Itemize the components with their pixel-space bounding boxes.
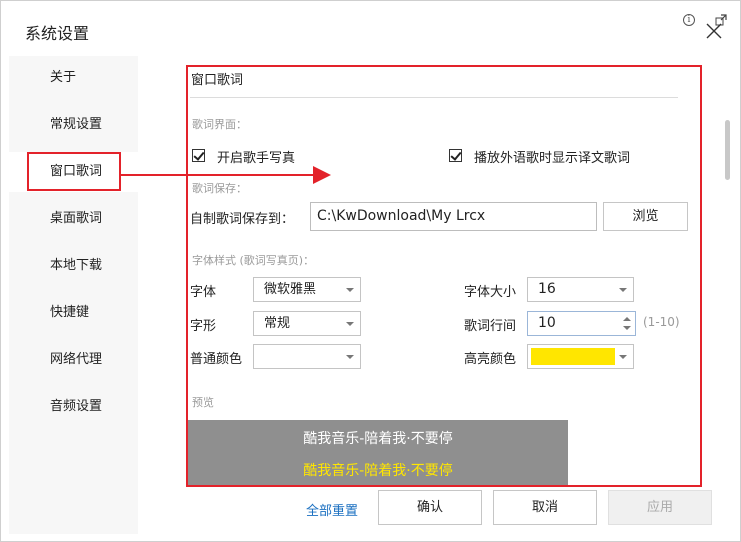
highlight-color-label: 高亮颜色 [464,352,517,367]
line-spacing-range: (1-10) [643,315,680,329]
font-size-label: 字体大小 [464,285,517,300]
translation-checkbox[interactable] [449,149,462,162]
stepper-down-icon[interactable] [623,326,631,330]
save-path-label: 自制歌词保存到： [190,212,295,227]
chevron-down-icon [346,321,354,326]
info-icon[interactable]: i [683,14,695,26]
sidebar-item-about[interactable]: 关于 [9,58,138,98]
save-path-input[interactable]: C:\KwDownload\My Lrcx [310,202,597,231]
sidebar-item-general[interactable]: 常规设置 [9,105,138,145]
scroll-thumb[interactable] [725,120,730,180]
font-shape-label: 字形 [190,319,217,334]
lyrics-preview: 酷我音乐-陪着我·不要停 酷我音乐-陪着我·不要停 [188,420,568,486]
annotation-arrow [121,166,331,184]
font-label: 字体 [190,285,217,300]
section-title: 窗口歌词 [191,73,244,88]
close-icon[interactable] [704,21,724,41]
font-style-label: 字体样式 (歌词写真页)： [192,254,315,267]
sidebar-item-local-download[interactable]: 本地下载 [9,246,138,286]
stepper-up-icon[interactable] [623,317,631,321]
preview-normal-line: 酷我音乐-陪着我·不要停 [303,431,453,447]
highlight-color-select[interactable] [527,344,634,369]
lyrics-interface-label: 歌词界面： [192,118,247,131]
sidebar-item-audio[interactable]: 音频设置 [9,387,138,427]
sidebar-item-shortcuts[interactable]: 快捷键 [9,293,138,333]
font-size-value: 16 [538,281,556,297]
scrollbar[interactable] [723,56,733,536]
sidebar-item-proxy[interactable]: 网络代理 [9,340,138,380]
line-spacing-value: 10 [538,315,556,331]
apply-button[interactable]: 应用 [608,490,712,525]
font-shape-select[interactable]: 常规 [253,311,361,336]
font-select-value: 微软雅黑 [264,282,317,297]
chevron-down-icon [346,287,354,292]
cancel-button[interactable]: 取消 [493,490,597,525]
font-size-select[interactable]: 16 [527,277,634,302]
window-title: 系统设置 [25,24,90,43]
chevron-down-icon [346,354,354,359]
line-spacing-label: 歌词行间 [464,319,517,334]
chevron-down-icon [619,354,627,359]
line-spacing-stepper[interactable]: 10 [527,311,636,336]
sidebar: 关于 常规设置 窗口歌词 桌面歌词 本地下载 快捷键 网络代理 音频设置 [9,56,138,534]
reset-all-link[interactable]: 全部重置 [306,500,358,519]
chevron-down-icon [619,287,627,292]
section-divider [190,97,678,98]
highlight-color-swatch [531,348,615,365]
settings-dialog: 系统设置 i 关于 常规设置 窗口歌词 桌面歌词 本地下载 快捷键 网络代理 音… [0,0,741,542]
sidebar-item-desktop-lyrics[interactable]: 桌面歌词 [9,199,138,239]
preview-highlight-line: 酷我音乐-陪着我·不要停 [303,463,453,479]
normal-color-label: 普通颜色 [190,352,243,367]
normal-color-swatch [257,348,341,365]
normal-color-select[interactable] [253,344,361,369]
ok-button[interactable]: 确认 [378,490,482,525]
font-shape-value: 常规 [264,316,291,331]
preview-label: 预览 [192,396,214,409]
font-select[interactable]: 微软雅黑 [253,277,361,302]
browse-button[interactable]: 浏览 [603,202,688,231]
translation-label: 播放外语歌时显示译文歌词 [474,151,631,166]
